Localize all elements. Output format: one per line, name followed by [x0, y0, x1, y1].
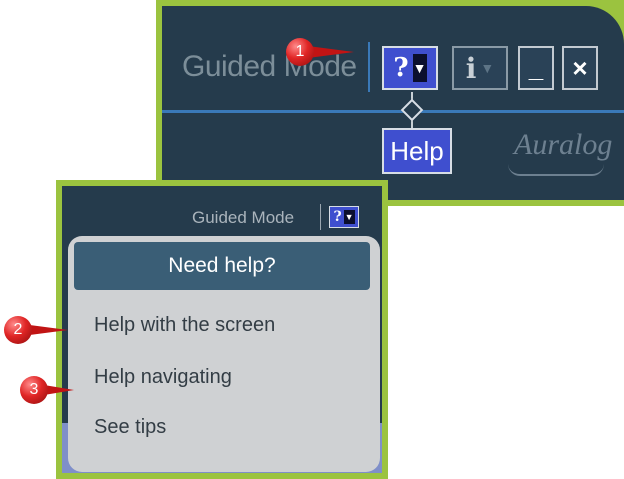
callout-marker-3: 3 [20, 376, 48, 404]
question-icon: ? [393, 53, 409, 83]
guided-mode-label: Guided Mode [192, 208, 295, 227]
callout-marker-1: 1 [286, 38, 314, 66]
separator [320, 204, 321, 230]
toolbar-background: Guided Mode ? ▼ Need help? Help with the… [62, 186, 382, 473]
separator [368, 42, 370, 92]
help-menu-header: Need help? [74, 242, 370, 290]
callout-pointer [308, 46, 354, 58]
chevron-down-icon: ▼ [343, 210, 355, 224]
toolbar-divider [162, 110, 624, 113]
info-icon: i [465, 51, 477, 85]
help-tooltip: Help [382, 128, 452, 174]
minimize-icon: _ [528, 52, 544, 83]
help-dropdown-button[interactable]: ? ▼ [382, 46, 438, 90]
question-icon: ? [333, 209, 342, 225]
chevron-down-icon: ▼ [480, 60, 495, 76]
logo-swoosh [508, 164, 604, 176]
close-icon: × [572, 52, 588, 83]
menu-item-see-tips[interactable]: See tips [94, 416, 166, 439]
help-menu: Need help? Help with the screen Help nav… [68, 236, 380, 472]
callout-marker-2: 2 [4, 316, 32, 344]
minimize-button[interactable]: _ [518, 46, 554, 90]
menu-item-help-with-screen[interactable]: Help with the screen [94, 314, 275, 337]
tooltip-anchor [400, 98, 424, 122]
close-button[interactable]: × [562, 46, 598, 90]
info-dropdown-button[interactable]: i ▼ [452, 46, 508, 90]
toolbar-background: Guided Mode ? ▼ i ▼ _ × Help Auralog [162, 6, 624, 200]
help-dropdown-button[interactable]: ? ▼ [329, 206, 359, 228]
auralog-logo: Auralog [514, 128, 613, 161]
menu-item-help-navigating[interactable]: Help navigating [94, 366, 232, 389]
toolbar-zoom-panel: Guided Mode ? ▼ i ▼ _ × Help Auralog [156, 0, 624, 206]
help-menu-zoom-panel: Guided Mode ? ▼ Need help? Help with the… [56, 180, 388, 479]
chevron-down-icon: ▼ [412, 54, 427, 82]
